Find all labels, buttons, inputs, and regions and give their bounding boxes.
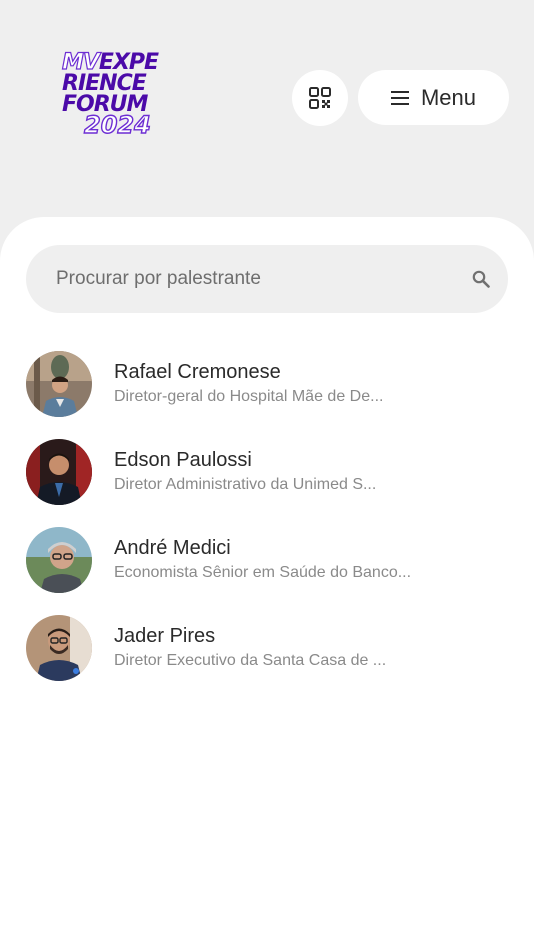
speaker-text: Edson Paulossi Diretor Administrativo da… (114, 447, 514, 496)
logo-line-1: MVEXPE (61, 51, 186, 74)
search-icon[interactable] (472, 270, 490, 288)
logo-year: 2024 (83, 111, 151, 139)
qr-code-icon (309, 87, 331, 109)
speaker-item[interactable]: Rafael Cremonese Diretor-geral do Hospit… (0, 349, 534, 437)
speaker-role: Economista Sênior em Saúde do Banco... (114, 564, 412, 581)
speaker-list: Rafael Cremonese Diretor-geral do Hospit… (0, 349, 534, 701)
avatar[interactable] (26, 351, 92, 417)
speaker-name: Jader Pires (114, 625, 216, 647)
mv-experience-forum-logo[interactable]: MVEXPE RIENCE FORUM 2024 (61, 51, 186, 139)
search-input[interactable] (56, 245, 446, 313)
logo-line-2: RIENCE (62, 71, 147, 96)
speaker-text: Rafael Cremonese Diretor-geral do Hospit… (114, 359, 514, 408)
avatar[interactable] (26, 439, 92, 505)
menu-label: Menu (420, 84, 477, 110)
speaker-role: Diretor Executivo da Santa Casa de ... (114, 652, 387, 669)
speaker-text: André Medici Economista Sênior em Saúde … (114, 535, 514, 584)
speaker-role: Diretor-geral do Hospital Mãe de De... (114, 388, 384, 405)
speaker-name: André Medici (114, 537, 231, 559)
speaker-item[interactable]: Edson Paulossi Diretor Administrativo da… (0, 437, 534, 525)
speakers-panel: Rafael Cremonese Diretor-geral do Hospit… (0, 217, 534, 950)
speaker-role: Diretor Administrativo da Unimed S... (114, 476, 377, 493)
avatar[interactable] (26, 527, 92, 593)
speaker-name: Edson Paulossi (114, 449, 252, 471)
search-bar (26, 245, 508, 313)
speaker-item[interactable]: André Medici Economista Sênior em Saúde … (0, 525, 534, 613)
speaker-name: Rafael Cremonese (114, 361, 281, 383)
qr-code-button[interactable] (292, 70, 348, 126)
hamburger-icon (390, 90, 409, 105)
speaker-text: Jader Pires Diretor Executivo da Santa C… (114, 623, 514, 672)
speaker-item[interactable]: Jader Pires Diretor Executivo da Santa C… (0, 613, 534, 701)
avatar[interactable] (26, 615, 92, 681)
app-header: MVEXPE RIENCE FORUM 2024 Menu (0, 0, 534, 240)
menu-button[interactable]: Menu (358, 70, 509, 125)
